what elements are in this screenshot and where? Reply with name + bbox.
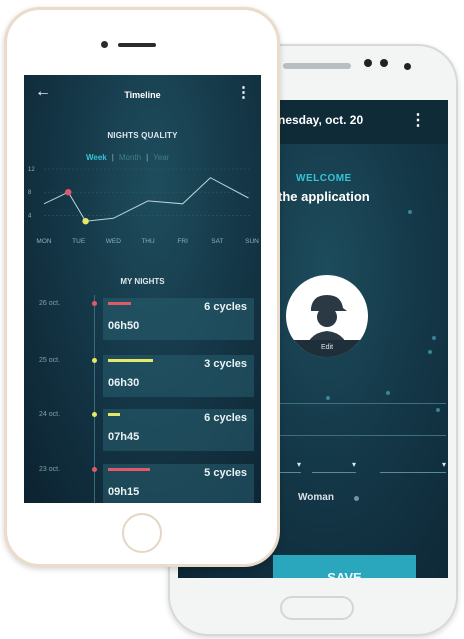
overflow-menu-icon[interactable]: ⋮: [410, 110, 426, 130]
tab-divider: |: [146, 153, 149, 162]
y-tick-label: 12: [28, 167, 35, 173]
decor-dot: [432, 336, 436, 340]
tab-divider: |: [111, 153, 114, 162]
nights-quality-heading: NIGHTS QUALITY: [107, 131, 178, 140]
decor-dot: [386, 391, 390, 395]
night-date: 23 oct.: [39, 466, 61, 473]
gender-woman-radio[interactable]: [354, 496, 359, 501]
tab-month[interactable]: Month: [119, 153, 141, 162]
decor-dot: [428, 350, 432, 354]
night-cycles: 6 cycles: [204, 412, 247, 424]
avatar[interactable]: Edit: [286, 275, 368, 357]
night-item[interactable]: 24 oct. 07h45 6 cycles: [24, 409, 261, 455]
gender-woman-label[interactable]: Woman: [298, 492, 334, 503]
data-point[interactable]: [65, 189, 72, 196]
iphone-screen: ← Timeline ⋮ NIGHTS QUALITY Week | Month | Y…: [24, 75, 261, 503]
night-card[interactable]: 06h30 3 cycles: [103, 355, 254, 397]
x-tick-label: SAT: [211, 238, 223, 245]
night-item[interactable]: 26 oct. 06h50 6 cycles: [24, 298, 261, 344]
save-button[interactable]: SAVE: [273, 555, 416, 578]
night-card[interactable]: 06h50 6 cycles: [103, 298, 254, 340]
overflow-menu-icon[interactable]: ⋮: [236, 83, 251, 101]
front-camera-icon: [101, 41, 108, 48]
tab-week[interactable]: Week: [86, 153, 107, 162]
welcome-heading: WELCOME: [296, 173, 352, 184]
quality-bar: [108, 413, 120, 416]
x-tick-label: FRI: [177, 238, 188, 245]
y-tick-label: 4: [28, 213, 32, 219]
x-tick-label: WED: [106, 238, 121, 245]
night-cycles: 6 cycles: [204, 301, 247, 313]
x-tick-label: MON: [36, 238, 51, 245]
sensor-icon: [380, 59, 388, 67]
night-date: 26 oct.: [39, 300, 61, 307]
night-item[interactable]: 25 oct. 06h30 3 cycles: [24, 355, 261, 401]
welcome-subtitle: the application: [278, 189, 370, 204]
x-tick-label: THU: [141, 238, 155, 245]
date-label: nesday, oct. 20: [278, 113, 364, 127]
surname-field[interactable]: [278, 435, 446, 436]
nights-quality-chart: 12 8 4 MON TUE WED THU FRI SAT SUN: [28, 167, 259, 245]
quality-bar: [108, 359, 153, 362]
home-button[interactable]: [280, 596, 354, 620]
decor-dot: [326, 396, 330, 400]
night-cycles: 5 cycles: [204, 467, 247, 479]
decor-dot: [436, 408, 440, 412]
my-nights-heading: MY NIGHTS: [120, 277, 165, 286]
quality-series-line: [43, 177, 249, 222]
name-field[interactable]: [278, 403, 446, 404]
volume-down-button: [4, 170, 7, 208]
night-dot: [92, 358, 97, 363]
speaker-grille: [283, 63, 351, 69]
iphone: ← Timeline ⋮ NIGHTS QUALITY Week | Month | Y…: [4, 7, 280, 567]
quality-bar: [108, 302, 131, 305]
camera-icon: [364, 59, 372, 67]
page-title: Timeline: [124, 90, 161, 100]
night-card[interactable]: 09h15 5 cycles: [103, 464, 254, 503]
night-duration: 06h50: [108, 320, 140, 332]
home-button[interactable]: [122, 513, 162, 553]
night-duration: 06h30: [108, 377, 140, 389]
mute-switch: [4, 85, 7, 105]
night-item[interactable]: 23 oct. 09h15 5 cycles: [24, 464, 261, 503]
y-tick-label: 8: [28, 190, 32, 196]
birth-year-select[interactable]: ▾: [380, 460, 446, 473]
birth-day-select[interactable]: ▾: [278, 460, 301, 473]
night-duration: 09h15: [108, 486, 140, 498]
night-card[interactable]: 07h45 6 cycles: [103, 409, 254, 451]
night-date: 24 oct.: [39, 411, 61, 418]
night-duration: 07h45: [108, 431, 140, 443]
app-header: ← Timeline ⋮: [24, 75, 261, 115]
volume-up-button: [4, 125, 7, 163]
avatar-edit-label[interactable]: Edit: [286, 340, 368, 357]
quality-bar: [108, 468, 150, 471]
x-tick-label: SUN: [245, 238, 259, 245]
earpiece-speaker: [118, 43, 156, 47]
night-dot: [92, 301, 97, 306]
front-camera-icon: [404, 63, 411, 70]
decor-dot: [408, 210, 412, 214]
night-cycles: 3 cycles: [204, 358, 247, 370]
birth-month-select[interactable]: ▾: [312, 460, 356, 473]
tab-year[interactable]: Year: [153, 153, 169, 162]
night-date: 25 oct.: [39, 357, 61, 364]
data-point[interactable]: [82, 218, 89, 225]
night-dot: [92, 412, 97, 417]
night-dot: [92, 467, 97, 472]
period-tabs: Week | Month | Year: [86, 153, 169, 162]
x-tick-label: TUE: [72, 238, 86, 245]
